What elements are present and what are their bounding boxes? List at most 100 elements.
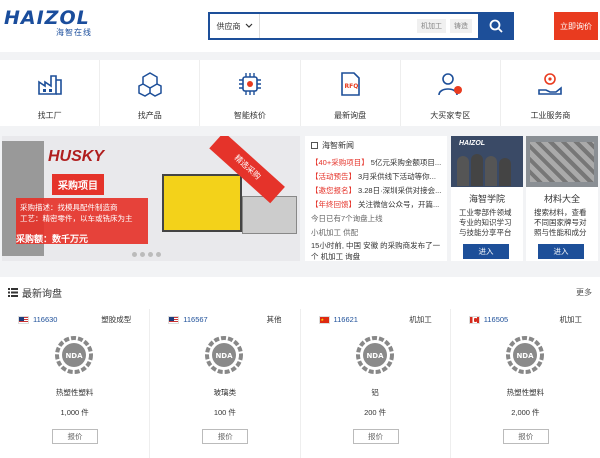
news-text: 关注微信公众号，开篇...	[358, 200, 440, 209]
news-title: 海智新闻	[311, 140, 441, 151]
materials-caption: 材料大全	[543, 194, 580, 204]
news-item[interactable]: 【活动预告】 3月采供线下活动等你...	[311, 170, 441, 184]
svg-text:RFQ: RFQ	[345, 83, 359, 90]
more-link[interactable]: 更多	[576, 287, 592, 298]
rfq-quantity: 200 件	[364, 408, 387, 417]
latest-rfq-section: 最新询盘 更多 116630 塑胶成型 NDA 热塑性塑料 1,000 件 报价…	[0, 277, 600, 458]
nav-smart-pricing[interactable]: 智能核价	[200, 60, 301, 126]
rfq-category: 机加工	[409, 315, 432, 324]
boxes-icon	[138, 72, 162, 97]
nav-label: 最新询盘	[334, 111, 367, 120]
cn-flag-icon: ★	[318, 315, 330, 324]
nda-icon: NDA	[205, 336, 244, 374]
carousel-dots[interactable]	[132, 252, 161, 257]
nav-label: 大买家专区	[430, 111, 471, 120]
nda-icon: NDA	[55, 336, 93, 374]
list-icon	[8, 288, 18, 297]
nav-label: 找工厂	[37, 111, 62, 120]
rfq-card[interactable]: 116567 其他 NDA 玻璃类 100 件 报价	[150, 309, 301, 458]
factory-icon	[37, 75, 62, 95]
materials-enter-button[interactable]: 进入	[538, 244, 584, 259]
news-icon	[311, 142, 318, 149]
quote-button[interactable]: 报价	[52, 429, 98, 444]
hero-desc-line: 工艺：精密零件，以车或铣床为主	[20, 214, 133, 223]
search-type-select[interactable]: 供应商	[210, 14, 260, 38]
news-item[interactable]: 【邀您报名】 3.28日·深圳采供对接会...	[311, 184, 441, 198]
rfq-list: 116630 塑胶成型 NDA 热塑性塑料 1,000 件 报价 116567 …	[0, 309, 600, 458]
academy-image: HAIZOL	[451, 136, 523, 187]
us-flag-icon	[168, 315, 180, 324]
nav-big-buyer[interactable]: 大买家专区	[401, 60, 501, 126]
rfq-id[interactable]: 116621	[334, 315, 358, 324]
rfq-card-header: 116630 塑胶成型	[18, 314, 131, 325]
header: HAIZOL 海智在线 供应商 机加工 铸造 立即询价	[0, 0, 600, 52]
ca-flag-icon	[468, 315, 480, 324]
hot-tag[interactable]: 机加工	[417, 19, 446, 33]
service-hand-icon	[538, 73, 563, 95]
rfq-category: 机加工	[559, 315, 583, 324]
rfq-quantity: 1,000 件	[60, 408, 89, 417]
search-button[interactable]	[478, 12, 514, 40]
search-icon	[489, 19, 503, 33]
search-type-label: 供应商	[216, 21, 241, 31]
husky-logo: HUSKY	[48, 148, 105, 165]
machine-image	[162, 174, 242, 232]
quote-now-button[interactable]: 立即询价	[554, 12, 598, 40]
nav-latest-rfq[interactable]: RFQ 最新询盘	[301, 60, 401, 126]
rfq-category: 其他	[266, 315, 282, 324]
news-text: 3月采供线下活动等你...	[358, 172, 436, 181]
quote-button[interactable]: 报价	[502, 429, 549, 444]
nav-label: 找产品	[137, 111, 162, 120]
rfq-id[interactable]: 116630	[33, 315, 57, 324]
rfq-quantity: 100 件	[213, 408, 236, 417]
rfq-card[interactable]: 116630 塑胶成型 NDA 热塑性塑料 1,000 件 报价	[0, 309, 151, 458]
academy-enter-button[interactable]: 进入	[463, 244, 509, 259]
rfq-name: 热塑性塑料	[506, 388, 545, 397]
rfq-card[interactable]: ★ 116621 机加工 NDA 铝 200 件 报价	[301, 309, 451, 458]
rfq-card-header: 116567 其他	[168, 314, 282, 325]
logo[interactable]: HAIZOL 海智在线	[4, 8, 100, 40]
materials-text: 搜索材料，查看不同国家牌号对照与性能和成分	[534, 208, 587, 237]
category-nav: 找工厂 找产品 智能核价 RFQ 最新询盘 大买家专区 工业服务商	[0, 60, 600, 126]
buyer-icon	[438, 73, 463, 96]
quote-button[interactable]: 报价	[352, 429, 399, 444]
rfq-name: 铝	[371, 388, 379, 397]
rfq-card-header: 116505 机加工	[468, 314, 583, 325]
nav-find-factory[interactable]: 找工厂	[0, 60, 101, 126]
rfq-name: 热塑性塑料	[55, 388, 94, 397]
rfq-card[interactable]: 116505 机加工 NDA 热塑性塑料 2,000 件 报价	[451, 309, 600, 458]
news-tag: 【年终回馈】	[311, 200, 356, 209]
rfq-name: 玻璃类	[213, 388, 237, 397]
news-title-text: 海智新闻	[322, 141, 354, 150]
nav-find-product[interactable]: 找产品	[100, 60, 201, 126]
nda-icon: NDA	[355, 336, 394, 374]
hero-title: 采购项目	[52, 174, 104, 195]
hero-amount: 采购额：数千万元	[16, 234, 89, 244]
nav-service-provider[interactable]: 工业服务商	[501, 60, 600, 126]
academy-logo: HAIZOL	[459, 140, 486, 147]
rfq-id[interactable]: 116567	[183, 315, 207, 324]
news-panel: 海智新闻 【40+采购项目】 5亿元采购金额项目... 【活动预告】 3月采供线下活…	[305, 136, 447, 261]
quote-button[interactable]: 报价	[202, 429, 249, 444]
news-item[interactable]: 【年终回馈】 关注微信公众号，开篇...	[311, 198, 441, 212]
rfq-ticker-line: 今日已有7个询盘上线	[311, 214, 383, 223]
hero-desc-line: 采购描述：找模具配件制造商	[20, 203, 118, 212]
rfq-quantity: 2,000 件	[511, 408, 540, 417]
hot-tag[interactable]: 铸造	[450, 19, 472, 33]
svg-text:NDA: NDA	[216, 352, 234, 360]
chip-icon	[238, 73, 261, 95]
svg-text:NDA: NDA	[366, 352, 384, 360]
search-input[interactable]	[260, 14, 417, 38]
materials-card[interactable]: 材料大全 搜索材料，查看不同国家牌号对照与性能和成分 进入	[526, 136, 598, 261]
nav-label: 工业服务商	[530, 111, 571, 120]
section-title: 最新询盘	[8, 285, 62, 300]
news-text: 3.28日·深圳采供对接会...	[358, 186, 441, 195]
academy-caption: 海智学院	[468, 194, 505, 204]
news-item[interactable]: 【40+采购项目】 5亿元采购金额项目...	[311, 156, 441, 170]
news-tag: 【邀您报名】	[311, 186, 356, 195]
hero-banner[interactable]: HUSKY 精选采购 采购项目 采购描述：找模具配件制造商 工艺：精密零件，以车…	[2, 136, 300, 261]
section-title-text: 最新询盘	[22, 289, 62, 300]
academy-card[interactable]: HAIZOL 海智学院 工业零部件领域专业的知识学习与技能分享平台 进入	[451, 136, 523, 261]
rfq-id[interactable]: 116505	[484, 315, 508, 324]
banner-row: HUSKY 精选采购 采购项目 采购描述：找模具配件制造商 工艺：精密零件，以车…	[0, 133, 600, 264]
